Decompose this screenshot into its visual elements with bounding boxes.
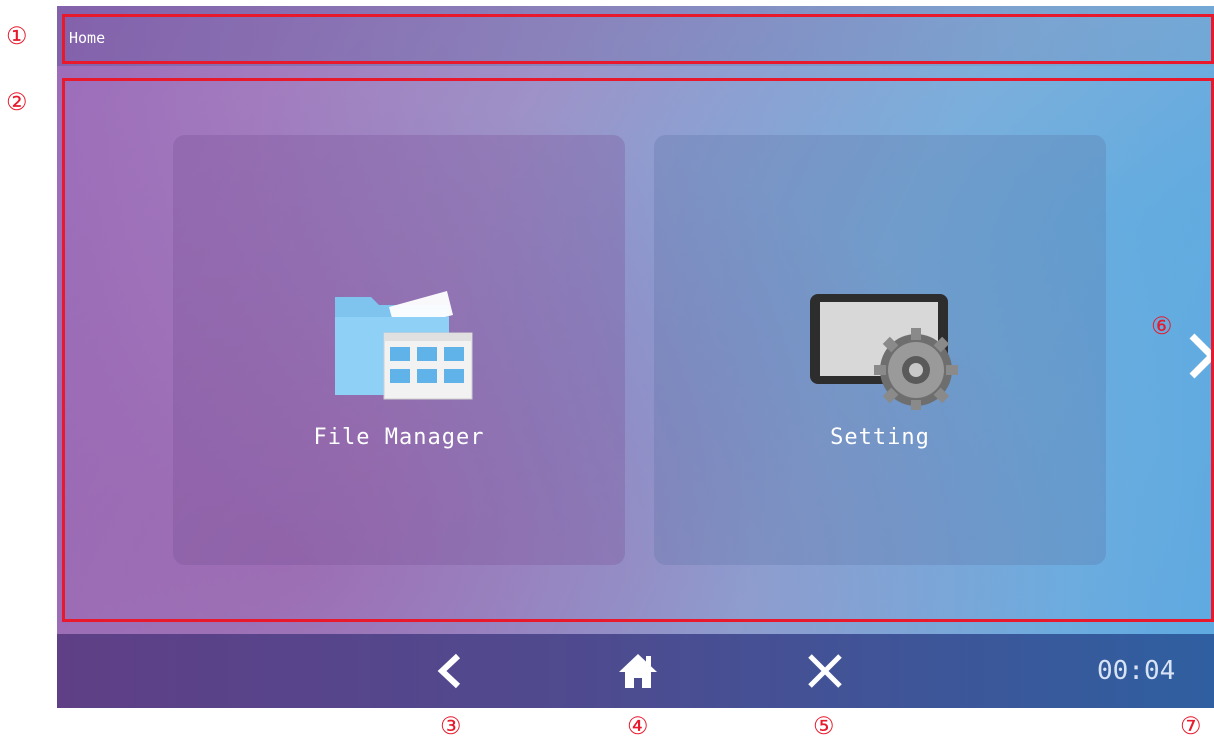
annotation-box-content-area	[62, 78, 1214, 622]
annotation-number-7: ⑦	[1180, 712, 1202, 740]
annotation-number-1: ①	[6, 22, 28, 50]
annotation-box-title-bar	[62, 14, 1214, 64]
close-icon[interactable]	[802, 648, 848, 694]
annotation-number-4: ④	[627, 712, 649, 740]
chevron-left-icon[interactable]	[428, 648, 474, 694]
annotation-number-3: ③	[440, 712, 462, 740]
clock-display: 00:04	[1097, 656, 1176, 686]
annotation-number-2: ②	[6, 88, 28, 116]
annotation-number-5: ⑤	[813, 712, 835, 740]
bottom-bar: 00:04	[57, 634, 1214, 708]
home-icon[interactable]	[615, 648, 661, 694]
annotation-number-6: ⑥	[1151, 312, 1173, 340]
